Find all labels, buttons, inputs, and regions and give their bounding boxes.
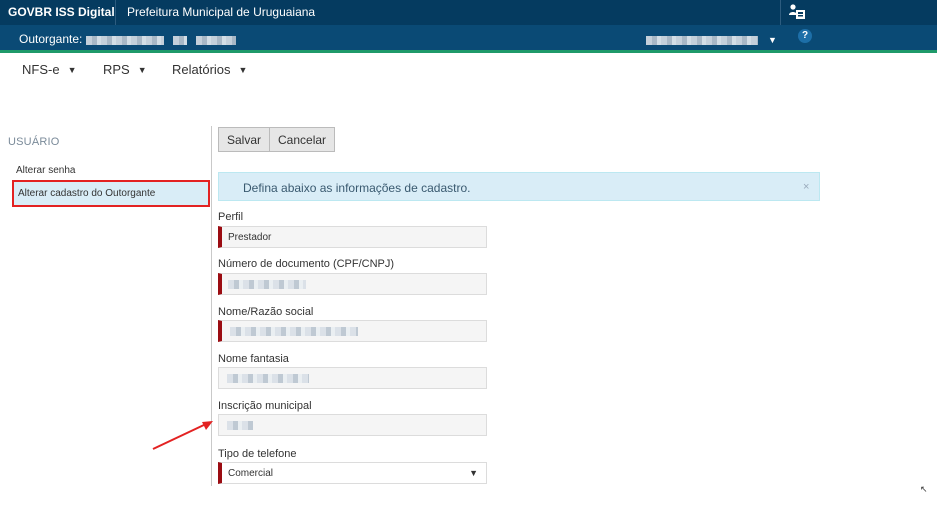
menu-item-rps[interactable]: RPS ▼ — [103, 62, 147, 77]
outorgante-label: Outorgante: — [19, 32, 83, 46]
user-name-redacted[interactable] — [646, 36, 758, 45]
help-icon[interactable]: ? — [798, 29, 812, 43]
brand-divider — [115, 0, 116, 25]
sidebar-item-alterar-senha[interactable]: Alterar senha — [16, 165, 75, 176]
menu-item-label: NFS-e — [22, 62, 60, 77]
user-menu-chevron-down-icon[interactable]: ▼ — [768, 35, 777, 45]
nome-fantasia-label: Nome fantasia — [218, 353, 289, 365]
menu-item-label: RPS — [103, 62, 130, 77]
documento-label: Número de documento (CPF/CNPJ) — [218, 258, 395, 270]
outorgante-name-redacted — [196, 36, 236, 45]
menu-item-nfse[interactable]: NFS-e ▼ — [22, 62, 76, 77]
documento-field[interactable] — [218, 273, 487, 295]
topbar-divider — [780, 0, 781, 25]
razao-social-value-redacted — [230, 327, 358, 336]
documento-value-redacted — [228, 280, 306, 289]
outorgante-bar: Outorgante: ▼ ? — [0, 25, 937, 53]
tipo-telefone-label: Tipo de telefone — [218, 448, 297, 460]
municipality-name: Prefeitura Municipal de Uruguaiana — [127, 5, 316, 19]
menu-item-label: Relatórios — [172, 62, 231, 77]
perfil-field[interactable]: Prestador — [218, 226, 487, 248]
cancel-button[interactable]: Cancelar — [269, 127, 336, 152]
brand-name[interactable]: GOVBR ISS Digital — [8, 5, 115, 19]
inscricao-municipal-field[interactable] — [218, 414, 487, 436]
mouse-cursor-icon: ↖ — [920, 484, 928, 494]
info-alert: Defina abaixo as informações de cadastro… — [218, 172, 820, 201]
tipo-telefone-select[interactable]: Comercial ▼ — [218, 462, 487, 484]
nome-fantasia-value-redacted — [227, 374, 309, 383]
sidebar-item-alterar-cadastro[interactable]: Alterar cadastro do Outorgante — [12, 180, 210, 207]
chevron-down-icon: ▼ — [67, 65, 77, 75]
outorgante-name-redacted — [86, 36, 164, 45]
main-menu: NFS-e ▼ RPS ▼ Relatórios ▼ — [0, 56, 937, 84]
user-profile-icon[interactable] — [788, 3, 806, 21]
chevron-down-icon: ▼ — [238, 65, 248, 75]
nome-fantasia-field[interactable] — [218, 367, 487, 389]
close-icon[interactable]: × — [803, 181, 809, 193]
sidebar-title: USUÁRIO — [8, 136, 60, 148]
inscricao-municipal-label: Inscrição municipal — [218, 400, 312, 412]
annotation-arrow-icon — [152, 421, 213, 450]
save-button[interactable]: Salvar — [218, 127, 271, 152]
dropdown-caret-icon: ▼ — [469, 468, 478, 478]
perfil-label: Perfil — [218, 211, 244, 223]
menu-item-relatorios[interactable]: Relatórios ▼ — [172, 62, 247, 77]
razao-social-label: Nome/Razão social — [218, 306, 314, 318]
inscricao-municipal-value-redacted — [227, 421, 253, 430]
alert-message: Defina abaixo as informações de cadastro… — [243, 181, 471, 195]
chevron-down-icon: ▼ — [137, 65, 147, 75]
sidebar-item-label: Alterar cadastro do Outorgante — [18, 188, 156, 199]
outorgante-name-redacted — [173, 36, 187, 45]
tipo-telefone-value: Comercial — [228, 468, 274, 479]
perfil-value: Prestador — [228, 232, 272, 243]
top-bar: GOVBR ISS Digital Prefeitura Municipal d… — [0, 0, 937, 25]
razao-social-field[interactable] — [218, 320, 487, 342]
